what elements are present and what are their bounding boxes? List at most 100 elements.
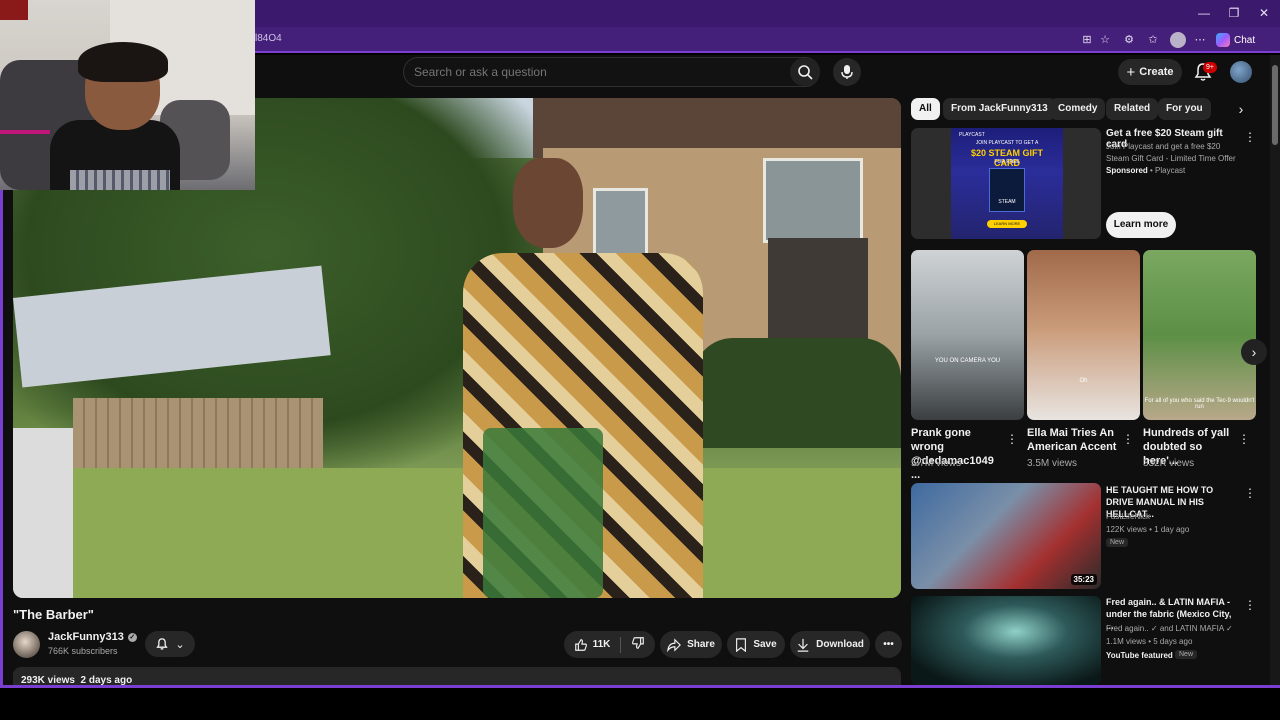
more-horizontal-icon: ••• (883, 639, 894, 650)
save-button[interactable]: Save (727, 631, 785, 658)
scrollbar-thumb[interactable] (1272, 65, 1278, 145)
ad-card-headline: JOIN PLAYCAST TO GET A (975, 140, 1039, 146)
more-options-icon[interactable]: ⋯ (1193, 33, 1207, 47)
create-label: Create (1139, 66, 1174, 78)
chip-from-channel[interactable]: From JackFunny313 (943, 98, 1056, 120)
short-thumbnail[interactable]: For all of you who said the Tec-9 wouldn… (1143, 250, 1256, 420)
new-badge: New (1175, 650, 1198, 659)
subscription-bell-button[interactable]: ⌄ (145, 631, 195, 657)
chip-for-you[interactable]: For you (1158, 98, 1211, 120)
webcam-led-strip (0, 130, 50, 134)
steam-card-icon: STEAM (989, 168, 1025, 212)
dislike-button[interactable] (631, 636, 645, 653)
copilot-chat-button[interactable]: Chat (1216, 31, 1255, 49)
webcam-person-hair (78, 42, 168, 82)
channel-name-row[interactable]: JackFunny313 ✓ (48, 631, 137, 643)
search-input[interactable] (414, 65, 774, 79)
video-menu-icon[interactable]: ⋮ (1244, 486, 1256, 500)
webcam-red-object (0, 0, 28, 20)
channel-avatar[interactable] (13, 631, 40, 658)
video-scene-machine (483, 428, 603, 598)
voice-search-button[interactable] (833, 58, 861, 86)
address-text[interactable]: l84O4 (255, 33, 282, 44)
short-title[interactable]: Prank gone wrong @dedamac1049 ... (911, 426, 1003, 482)
bookmark-icon (736, 637, 747, 652)
browser-profile-icon[interactable] (1170, 32, 1186, 48)
ad-card-amount: $20 STEAM GIFT CARD (970, 148, 1043, 168)
video-duration: 35:23 (1070, 574, 1097, 585)
video-scene-lawn (13, 468, 901, 598)
save-label: Save (753, 639, 777, 650)
chip-all[interactable]: All (911, 98, 940, 120)
streamer-webcam-overlay (0, 0, 255, 190)
ad-sponsor-name: Playcast (1155, 166, 1186, 175)
chip-related[interactable]: Related (1106, 98, 1159, 120)
channel-name[interactable]: FastLifeNick (1106, 511, 1150, 523)
copilot-icon (1216, 33, 1230, 47)
account-avatar[interactable] (1230, 61, 1252, 83)
like-dislike-group: 11K (564, 631, 655, 658)
minimize-icon[interactable]: — (1194, 5, 1214, 21)
short-menu-icon[interactable]: ⋮ (1122, 432, 1134, 446)
ad-thumbnail[interactable]: PLAYCAST JOIN PLAYCAST TO GET A $20 STEA… (911, 128, 1101, 239)
search-box[interactable] (403, 57, 820, 87)
chip-comedy[interactable]: Comedy (1050, 98, 1106, 120)
short-menu-icon[interactable]: ⋮ (1238, 432, 1250, 446)
video-stats: 122K views • 1 day ago (1106, 525, 1190, 534)
create-button[interactable]: + Create (1118, 59, 1182, 85)
microphone-icon (841, 65, 853, 79)
more-actions-button[interactable]: ••• (875, 631, 902, 658)
video-scene-head (513, 158, 583, 248)
notification-count-badge: 9+ (1203, 62, 1217, 73)
share-button[interactable]: Share (660, 631, 722, 658)
video-scene-window (763, 158, 863, 243)
ad-menu-icon[interactable]: ⋮ (1244, 130, 1256, 144)
short-thumbnail[interactable]: YOU ON CAMERA YOU (911, 250, 1024, 420)
video-scene-chair (13, 428, 73, 598)
short-menu-icon[interactable]: ⋮ (1006, 432, 1018, 446)
ad-card-free: FOR FREE (994, 159, 1020, 165)
like-count: 11K (592, 639, 611, 650)
favorite-star-icon[interactable]: ☆ (1098, 33, 1112, 47)
video-menu-icon[interactable]: ⋮ (1244, 598, 1256, 612)
ad-creative: PLAYCAST JOIN PLAYCAST TO GET A $20 STEA… (951, 128, 1063, 239)
taskbar-area (0, 688, 1280, 720)
video-title: "The Barber" (13, 607, 94, 622)
video-thumbnail[interactable]: 35:23 (911, 483, 1101, 589)
ad-sponsor-line: Sponsored • Playcast (1106, 166, 1186, 175)
channel-name[interactable]: JackFunny313 (48, 631, 124, 643)
thumbs-down-icon (632, 637, 645, 649)
short-views: 5.7M views (911, 458, 962, 469)
youtube-featured-label: YouTube featured (1106, 651, 1173, 660)
chevron-right-icon[interactable]: › (1230, 98, 1252, 120)
page-scrollbar[interactable] (1270, 55, 1280, 685)
verified-check-icon: ✓ (127, 632, 137, 642)
app-icon[interactable]: ⊞ (1080, 33, 1094, 47)
channel-name[interactable]: Fred again.. ✓ and LATIN MAFIA ✓ (1106, 623, 1233, 635)
chat-label: Chat (1234, 34, 1256, 46)
restore-icon[interactable]: ❐ (1224, 5, 1244, 21)
extensions-icon[interactable]: ⚙ (1122, 33, 1136, 47)
like-button[interactable]: 11K (574, 638, 611, 652)
short-title[interactable]: Ella Mai Tries An American Accent (1027, 426, 1119, 454)
learn-more-button[interactable]: Learn more (1106, 212, 1176, 238)
download-button[interactable]: Download (790, 631, 870, 658)
webcam-person-pants (70, 170, 170, 190)
ad-card-button: LEARN MORE (987, 220, 1027, 228)
bell-icon (156, 638, 169, 650)
ad-brand: PLAYCAST (959, 132, 985, 138)
download-icon (797, 638, 809, 652)
short-thumbnail[interactable]: Oh (1027, 250, 1140, 420)
short-views: 332K views (1143, 458, 1195, 469)
search-button[interactable] (790, 58, 820, 86)
video-thumbnail[interactable] (911, 596, 1101, 685)
close-icon[interactable]: ✕ (1254, 5, 1274, 21)
download-label: Download (816, 639, 864, 650)
short-caption: For all of you who said the Tec-9 wouldn… (1144, 398, 1255, 410)
thumbs-up-icon (574, 638, 587, 651)
favorites-icon[interactable]: ✩ (1146, 33, 1160, 47)
chevron-down-icon: ⌄ (175, 638, 185, 651)
sponsored-label: Sponsored (1106, 166, 1148, 175)
description-box[interactable] (13, 667, 901, 687)
shorts-next-arrow-icon[interactable]: › (1241, 339, 1267, 365)
